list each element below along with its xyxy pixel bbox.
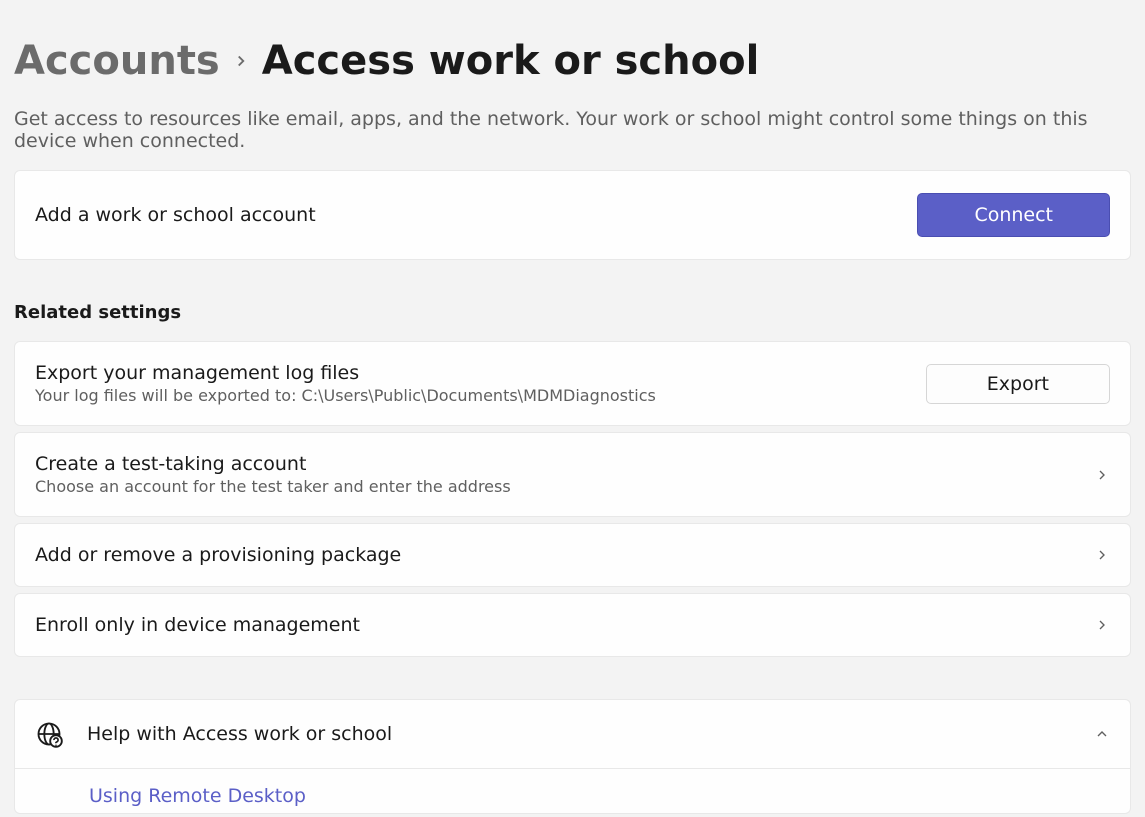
enroll-title: Enroll only in device management (35, 614, 360, 636)
chevron-right-icon (1094, 547, 1110, 563)
chevron-right-icon (232, 52, 250, 70)
connect-button[interactable]: Connect (917, 193, 1110, 237)
add-account-card: Add a work or school account Connect (14, 170, 1131, 260)
test-account-card[interactable]: Create a test-taking account Choose an a… (14, 432, 1131, 517)
breadcrumb-parent[interactable]: Accounts (14, 38, 220, 84)
export-logs-card: Export your management log files Your lo… (14, 341, 1131, 426)
help-card-body: Using Remote Desktop (14, 769, 1131, 814)
enroll-card[interactable]: Enroll only in device management (14, 593, 1131, 657)
chevron-right-icon (1094, 617, 1110, 633)
export-logs-title: Export your management log files (35, 362, 656, 384)
chevron-right-icon (1094, 467, 1110, 483)
provisioning-title: Add or remove a provisioning package (35, 544, 401, 566)
test-account-subtitle: Choose an account for the test taker and… (35, 477, 511, 496)
help-link-remote-desktop[interactable]: Using Remote Desktop (89, 785, 306, 807)
export-logs-subtitle: Your log files will be exported to: C:\U… (35, 386, 656, 405)
help-card-header[interactable]: Help with Access work or school (14, 699, 1131, 769)
globe-help-icon (35, 720, 63, 748)
add-account-label: Add a work or school account (35, 204, 316, 226)
test-account-title: Create a test-taking account (35, 453, 511, 475)
page-title: Access work or school (262, 38, 760, 84)
page-description: Get access to resources like email, apps… (14, 108, 1131, 152)
related-settings-heading: Related settings (14, 302, 1131, 323)
chevron-up-icon (1094, 726, 1110, 742)
help-title: Help with Access work or school (87, 723, 392, 745)
export-button[interactable]: Export (926, 364, 1110, 404)
breadcrumb: Accounts Access work or school (14, 0, 1131, 108)
provisioning-card[interactable]: Add or remove a provisioning package (14, 523, 1131, 587)
